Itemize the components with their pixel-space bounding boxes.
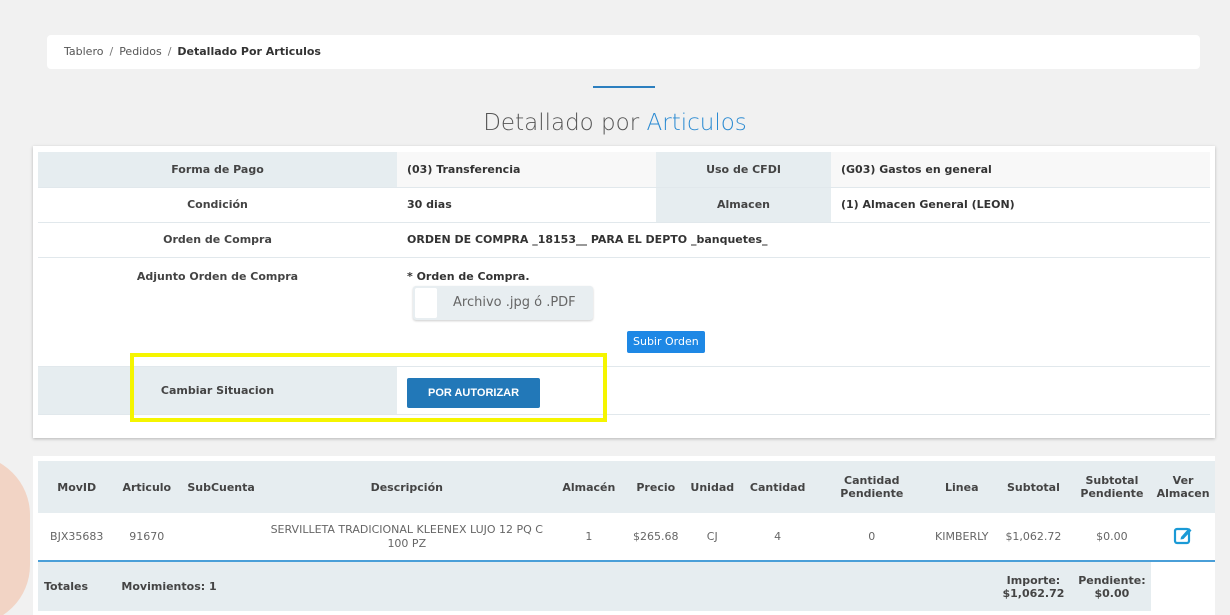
orden-label: Orden de Compra [38, 222, 397, 258]
cell-cantidad-pendiente: 0 [814, 513, 930, 562]
header-ver-almacen[interactable]: Ver Almacen [1151, 461, 1215, 513]
order-info-table: Forma de Pago (03) Transferencia Uso de … [38, 152, 1210, 415]
uso-cfdi-label: Uso de CFDI [656, 152, 831, 188]
edit-icon[interactable] [1173, 525, 1193, 545]
info-row-forma-pago: Forma de Pago (03) Transferencia Uso de … [38, 152, 1210, 188]
situacion-label: Cambiar Situacion [38, 366, 397, 415]
uso-cfdi-value: (G03) Gastos en general [831, 152, 1210, 188]
totals-row: Totales Movimientos: 1 Importe: $1,062.7… [38, 561, 1215, 611]
almacen-value: (1) Almacen General (LEON) [831, 187, 1210, 223]
header-precio[interactable]: Precio [628, 461, 684, 513]
header-subcuenta[interactable]: SubCuenta [178, 461, 264, 513]
page-title: Detallado por Articulos [0, 110, 1230, 136]
cell-ver-almacen [1151, 513, 1215, 562]
cell-subcuenta [178, 513, 264, 562]
info-row-orden: Orden de Compra ORDEN DE COMPRA _18153__… [38, 222, 1210, 258]
header-descripcion[interactable]: Descripción [263, 461, 550, 513]
items-table: MovID Articulo SubCuenta Descripción Alm… [38, 461, 1215, 611]
header-almacen[interactable]: Almacén [549, 461, 629, 513]
forma-pago-value: (03) Transferencia [397, 152, 656, 188]
breadcrumb-separator: / [167, 45, 172, 58]
title-decoration [593, 86, 655, 88]
page-title-accent: Articulos [646, 110, 747, 136]
header-subtotal-pendiente[interactable]: Subtotal Pendiente [1072, 461, 1152, 513]
header-movid[interactable]: MovID [38, 461, 116, 513]
cell-descripcion: SERVILLETA TRADICIONAL KLEENEX LUJO 12 P… [263, 513, 550, 562]
orden-value: ORDEN DE COMPRA _18153__ PARA EL DEPTO _… [397, 222, 1210, 258]
cell-almacen: 1 [549, 513, 629, 562]
file-caption: * Orden de Compra. [407, 269, 530, 283]
items-panel: MovID Articulo SubCuenta Descripción Alm… [33, 456, 1215, 615]
breadcrumb-item-pedidos[interactable]: Pedidos [119, 45, 162, 58]
header-unidad[interactable]: Unidad [683, 461, 742, 513]
page-title-main: Detallado por [483, 110, 640, 136]
file-upload-area: * Orden de Compra. Archivo .jpg ó .PDF S… [407, 258, 1210, 366]
importe-value: $1,062.72 [1002, 586, 1065, 600]
breadcrumb-separator: / [109, 45, 114, 58]
breadcrumb: Tablero / Pedidos / Detallado Por Articulos [47, 35, 1200, 69]
header-articulo[interactable]: Articulo [115, 461, 179, 513]
totals-movimientos: Movimientos: 1 [115, 561, 550, 611]
totals-label: Totales [38, 561, 116, 611]
breadcrumb-item-tablero[interactable]: Tablero [64, 45, 103, 58]
info-row-adjunto: Adjunto Orden de Compra * Orden de Compr… [38, 257, 1210, 367]
cell-articulo: 91670 [115, 513, 179, 562]
cell-precio: $265.68 [628, 513, 684, 562]
upload-order-button[interactable]: Subir Orden [627, 330, 705, 353]
cell-unidad: CJ [683, 513, 742, 562]
breadcrumb-current: Detallado Por Articulos [177, 45, 321, 58]
adjunto-label: Adjunto Orden de Compra [38, 257, 397, 367]
cell-linea: KIMBERLY [929, 513, 995, 562]
file-input[interactable]: Archivo .jpg ó .PDF [413, 285, 593, 320]
decorative-accent [0, 455, 30, 615]
pendiente-value: $0.00 [1094, 586, 1130, 600]
order-info-panel: Forma de Pago (03) Transferencia Uso de … [33, 146, 1215, 438]
header-cantidad[interactable]: Cantidad [741, 461, 815, 513]
cell-movid: BJX35683 [38, 513, 116, 562]
cell-cantidad: 4 [741, 513, 815, 562]
totals-importe: Importe: $1,062.72 [994, 561, 1073, 611]
info-row-situacion: Cambiar Situacion POR AUTORIZAR [38, 366, 1210, 415]
items-header-row: MovID Articulo SubCuenta Descripción Alm… [38, 461, 1215, 513]
file-choose-button[interactable] [415, 287, 437, 318]
info-row-condicion: Condición 30 dias Almacen (1) Almacen Ge… [38, 187, 1210, 223]
header-subtotal[interactable]: Subtotal [994, 461, 1073, 513]
file-placeholder: Archivo .jpg ó .PDF [453, 294, 576, 310]
condicion-value: 30 dias [397, 187, 656, 223]
cell-subtotal-pendiente: $0.00 [1072, 513, 1152, 562]
header-linea[interactable]: Linea [929, 461, 995, 513]
condicion-label: Condición [38, 187, 397, 223]
pendiente-label: Pendiente: [1078, 573, 1146, 587]
cell-subtotal: $1,062.72 [994, 513, 1073, 562]
change-status-button[interactable]: POR AUTORIZAR [407, 378, 541, 408]
totals-pendiente: Pendiente: $0.00 [1072, 561, 1152, 611]
header-cantidad-pendiente[interactable]: Cantidad Pendiente [814, 461, 930, 513]
forma-pago-label: Forma de Pago [38, 152, 397, 188]
importe-label: Importe: [1006, 573, 1061, 587]
table-row: BJX35683 91670 SERVILLETA TRADICIONAL KL… [38, 513, 1215, 562]
almacen-label: Almacen [656, 187, 831, 223]
